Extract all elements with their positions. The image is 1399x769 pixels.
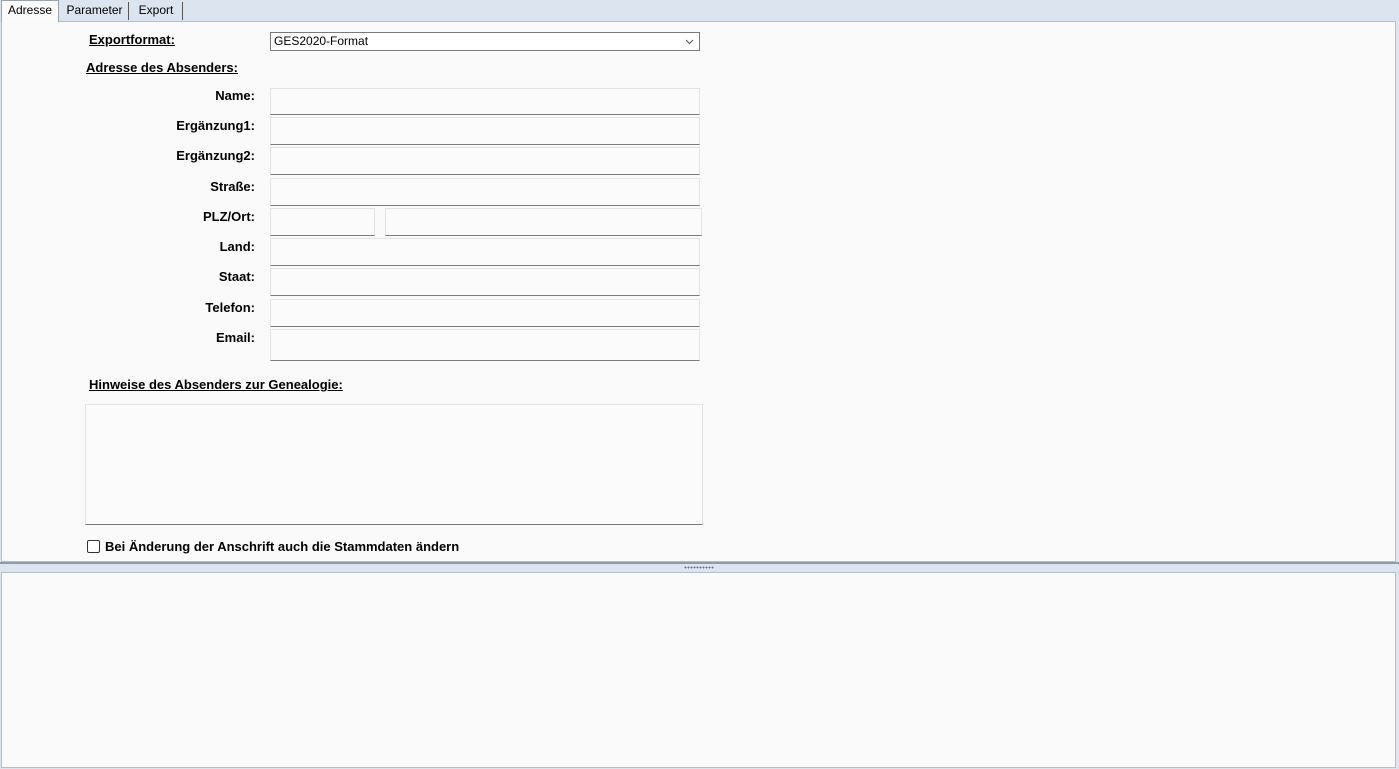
land-field[interactable] <box>270 238 700 266</box>
update-master-data-label: Bei Änderung der Anschrift auch die Stam… <box>105 538 460 554</box>
tab-parameter[interactable]: Parameter <box>61 2 129 20</box>
staat-field[interactable] <box>270 268 700 296</box>
strasse-label: Straße: <box>210 179 255 194</box>
update-master-data-checkbox[interactable] <box>87 539 100 553</box>
ergaenzung1-field[interactable] <box>270 117 700 145</box>
notes-section-heading: Hinweise des Absenders zur Genealogie: <box>89 377 343 392</box>
ort-field[interactable] <box>385 208 702 236</box>
email-field[interactable] <box>270 329 700 361</box>
ergaenzung2-label: Ergänzung2: <box>176 148 255 163</box>
notes-textarea[interactable] <box>85 404 703 525</box>
ergaenzung1-label: Ergänzung1: <box>176 118 255 133</box>
update-master-data-option[interactable]: Bei Änderung der Anschrift auch die Stam… <box>87 538 459 554</box>
chevron-down-icon <box>685 33 694 56</box>
telefon-field[interactable] <box>270 299 700 327</box>
email-label: Email: <box>215 330 255 345</box>
land-label: Land: <box>219 239 255 254</box>
tab-bar: Adresse Parameter Export <box>0 0 1399 22</box>
name-field[interactable] <box>270 88 700 115</box>
sender-section-heading: Adresse des Absenders: <box>86 60 238 75</box>
exportformat-value: GES2020-Format <box>274 34 369 48</box>
grip-dots-icon <box>684 566 714 569</box>
exportformat-label: Exportformat: <box>89 32 175 47</box>
staat-label: Staat: <box>218 269 255 284</box>
plz-ort-label: PLZ/Ort: <box>203 209 255 224</box>
tab-export[interactable]: Export <box>130 2 183 20</box>
output-panel <box>1 572 1396 768</box>
panel-splitter[interactable] <box>0 562 1399 572</box>
telefon-label: Telefon: <box>205 300 255 315</box>
tab-adresse[interactable]: Adresse <box>1 0 59 22</box>
exportformat-select[interactable]: GES2020-Format <box>270 32 700 51</box>
strasse-field[interactable] <box>270 178 700 206</box>
plz-field[interactable] <box>270 208 375 236</box>
name-label: Name: <box>215 88 255 103</box>
ergaenzung2-field[interactable] <box>270 147 700 175</box>
